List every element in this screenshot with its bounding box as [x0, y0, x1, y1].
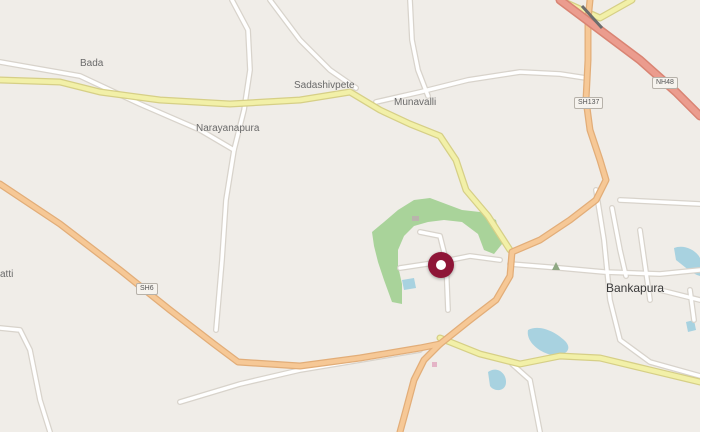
road-shield-nh48: NH48	[652, 77, 678, 89]
place-label-narayanapura: Narayanapura	[196, 123, 260, 134]
map-view[interactable]: Bada Sadashivpete Munavalli Narayanapura…	[0, 0, 700, 432]
lake-2	[488, 369, 506, 391]
place-label-atti: atti	[0, 269, 14, 280]
lake-1	[527, 327, 569, 356]
map-canvas	[0, 0, 700, 432]
place-label-munavalli: Munavalli	[394, 97, 437, 108]
pond-1	[402, 278, 416, 290]
road-shield-sh137: SH137	[574, 97, 604, 109]
pink-feature-icon	[432, 362, 437, 367]
place-label-bada: Bada	[80, 58, 104, 69]
place-label-sadashivpete: Sadashivpete	[294, 80, 355, 91]
place-label-bankapura: Bankapura	[606, 281, 665, 295]
location-marker-icon[interactable]	[428, 252, 454, 278]
road-shield-sh6: SH6	[136, 283, 158, 295]
building-icon	[412, 216, 419, 221]
